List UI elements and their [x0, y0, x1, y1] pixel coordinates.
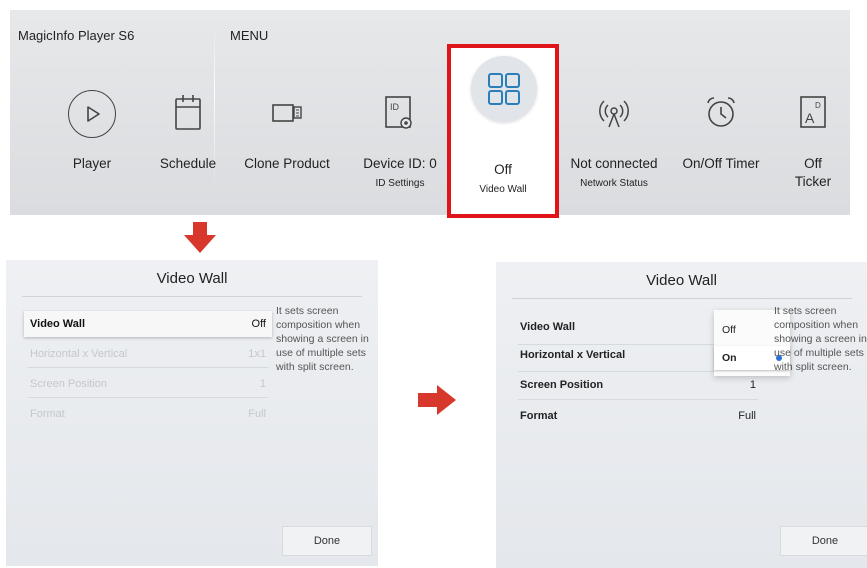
- setting-row-video-wall[interactable]: Video Wall: [514, 314, 714, 340]
- row-label: Video Wall: [520, 321, 576, 333]
- video-wall-panel-before: Video Wall Video Wall Off Horizontal x V…: [6, 260, 378, 566]
- menu-item-sub: ID Settings: [375, 178, 425, 189]
- menu-item-schedule[interactable]: Schedule: [133, 10, 243, 215]
- divider: [22, 296, 362, 297]
- row-label: Screen Position: [520, 379, 604, 391]
- arrow-down-icon: [184, 222, 216, 253]
- menu-bar: MagicInfo Player S6 MENU Player Schedule: [10, 10, 850, 215]
- row-label: Format: [30, 408, 65, 420]
- row-value: Full: [738, 410, 756, 422]
- panel-title: Video Wall: [646, 272, 717, 289]
- menu-item-sub: Video Wall: [479, 184, 527, 195]
- menu-item-sub: Ticker: [794, 174, 832, 189]
- svg-text:ID: ID: [390, 102, 400, 112]
- row-label: Video Wall: [30, 318, 86, 330]
- menu-item-sub: Network Status: [580, 178, 648, 189]
- description-text: It sets screen composition when showing …: [774, 305, 867, 373]
- row-value: 1: [749, 379, 756, 391]
- network-icon: [590, 88, 638, 138]
- divider: [28, 367, 268, 368]
- row-value: 1: [259, 378, 266, 390]
- row-label: Horizontal x Vertical: [30, 348, 128, 360]
- menu-item-label: Player: [72, 156, 112, 171]
- row-value: 1x1: [248, 348, 266, 360]
- divider: [28, 397, 268, 398]
- panel-title: Video Wall: [156, 270, 228, 287]
- row-value: Full: [248, 408, 266, 420]
- menu-item-player[interactable]: Player: [37, 10, 147, 215]
- video-wall-icon: [471, 56, 537, 122]
- menu-item-label: Not connected: [570, 156, 658, 171]
- menu-item-clone-product[interactable]: Clone Product: [232, 10, 342, 215]
- video-wall-panel-after: Video Wall Video Wall Horizontal x Verti…: [496, 262, 867, 568]
- option-label: Off: [722, 324, 736, 336]
- row-label: Horizontal x Vertical: [520, 349, 626, 361]
- divider: [518, 399, 758, 400]
- svg-text:D: D: [815, 101, 821, 110]
- description-text: It sets screen composition when showing …: [276, 305, 369, 373]
- setting-row-video-wall[interactable]: Video Wall Off: [24, 311, 272, 337]
- row-label: Format: [520, 410, 558, 422]
- menu-item-label: Device ID: 0: [363, 156, 437, 171]
- menu-item-device-id[interactable]: ID Device ID: 0 ID Settings: [345, 10, 455, 215]
- menu-item-label: Off: [804, 156, 822, 171]
- menu-item-label: Clone Product: [244, 156, 330, 171]
- divider: [512, 298, 852, 299]
- setting-row-format: Format Full: [24, 401, 272, 427]
- row-label: Screen Position: [30, 378, 108, 390]
- menu-item-network-status[interactable]: Not connected Network Status: [559, 10, 669, 215]
- menu-item-ticker[interactable]: A D Off Ticker: [758, 10, 867, 215]
- ticker-icon: A D: [789, 88, 837, 138]
- setting-row-horizontal-vertical[interactable]: Horizontal x Vertical: [514, 342, 714, 368]
- menu-item-video-wall[interactable]: Off Video Wall: [447, 44, 559, 218]
- row-value: Off: [251, 318, 266, 330]
- done-button[interactable]: Done: [780, 526, 867, 556]
- arrow-right-icon: [418, 385, 456, 415]
- calendar-icon: [164, 88, 212, 138]
- setting-row-screen-position: Screen Position 1: [24, 371, 272, 397]
- svg-text:A: A: [805, 110, 815, 126]
- device-id-icon: ID: [376, 88, 424, 138]
- menu-item-label: Schedule: [159, 156, 217, 171]
- done-button[interactable]: Done: [282, 526, 372, 556]
- clone-icon: [263, 88, 311, 138]
- setting-row-horizontal-vertical: Horizontal x Vertical 1x1: [24, 341, 272, 367]
- option-label: On: [722, 352, 737, 364]
- setting-row-format[interactable]: Format Full: [514, 403, 762, 429]
- play-icon: [68, 90, 116, 138]
- alarm-clock-icon: [697, 88, 745, 138]
- menu-item-label: Off: [494, 162, 512, 177]
